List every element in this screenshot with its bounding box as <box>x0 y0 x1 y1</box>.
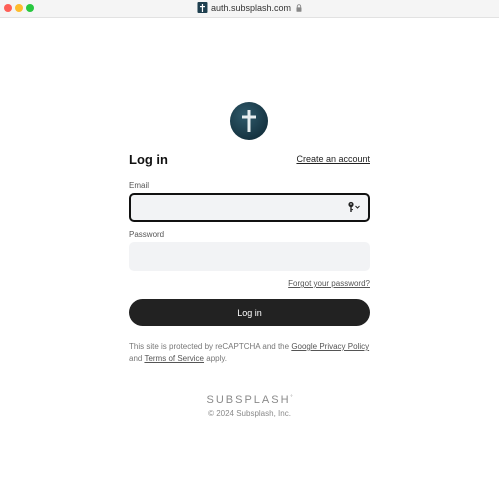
minimize-window-button[interactable] <box>15 4 23 12</box>
url-text: auth.subsplash.com <box>210 2 292 13</box>
lock-icon <box>296 3 302 12</box>
legal-and: and <box>129 354 143 363</box>
brand-mark: ° <box>290 394 293 401</box>
zoom-window-button[interactable] <box>26 4 34 12</box>
browser-title-bar: auth.subsplash.com <box>0 0 499 18</box>
close-window-button[interactable] <box>4 4 12 12</box>
terms-of-service-link[interactable]: Terms of Service <box>144 354 204 363</box>
privacy-policy-link[interactable]: Google Privacy Policy <box>291 342 369 351</box>
cross-icon <box>242 110 256 132</box>
legal-prefix: This site is protected by reCAPTCHA and … <box>129 342 290 351</box>
login-button[interactable]: Log in <box>129 299 370 326</box>
organization-logo <box>230 102 268 140</box>
create-account-link[interactable]: Create an account <box>296 154 370 164</box>
email-label: Email <box>129 181 150 190</box>
password-manager-key-icon[interactable] <box>347 201 361 213</box>
copyright-text: © 2024 Subsplash, Inc. <box>208 409 291 418</box>
recaptcha-notice: This site is protected by reCAPTCHA and … <box>129 341 370 365</box>
password-field[interactable] <box>129 242 370 271</box>
password-label: Password <box>129 230 165 239</box>
forgot-password-link[interactable]: Forgot your password? <box>288 279 370 288</box>
subsplash-wordmark: SUBSPLASH° <box>0 394 499 406</box>
cross-icon <box>196 2 207 13</box>
address-bar[interactable]: auth.subsplash.com <box>196 2 302 13</box>
page-title: Log in <box>129 152 168 167</box>
email-field[interactable] <box>129 193 370 222</box>
legal-suffix: apply. <box>206 354 228 363</box>
brand-name: SUBSPLASH <box>206 394 291 406</box>
